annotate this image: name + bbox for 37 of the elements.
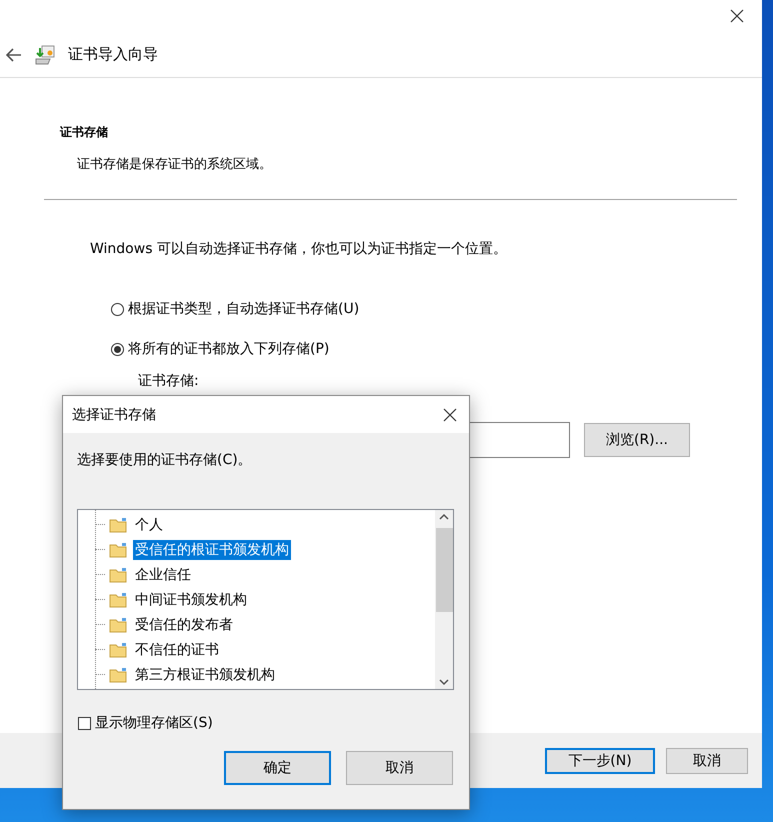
checkbox-label: 显示物理存储区(S) [95, 714, 213, 732]
intro-text: Windows 可以自动选择证书存储，你也可以为证书指定一个位置。 [90, 240, 508, 258]
tree-item[interactable]: 受信任的发布者 [133, 614, 235, 634]
dialog-prompt: 选择要使用的证书存储(C)。 [77, 451, 253, 469]
folder-icon [109, 516, 127, 532]
footer-button[interactable]: 取消 [666, 748, 748, 774]
folder-icon [109, 566, 127, 582]
wizard-title: 证书导入向导 [68, 45, 158, 64]
scrollbar[interactable] [435, 510, 453, 689]
folder-icon [109, 592, 127, 608]
footer-button[interactable]: 下一步(N) [545, 748, 655, 774]
radio-button[interactable] [111, 342, 124, 356]
radio-label: 将所有的证书都放入下列存储(P) [128, 340, 330, 358]
checkbox[interactable] [78, 716, 91, 730]
certificate-wizard-icon [34, 44, 56, 64]
tree-item[interactable]: 企业信任 [133, 564, 193, 584]
tree-item[interactable]: 个人 [133, 514, 165, 534]
tree-item[interactable]: 受信任的根证书颁发机构 [133, 540, 291, 560]
tree-item[interactable]: 中间证书颁发机构 [133, 590, 249, 610]
close-icon[interactable] [730, 9, 744, 23]
browse-button[interactable]: 浏览(R)... [584, 423, 690, 457]
tree-item[interactable]: 不信任的证书 [133, 640, 221, 660]
radio-button[interactable] [111, 302, 124, 316]
dialog-title: 选择证书存储 [72, 406, 156, 424]
dialog-button[interactable]: 确定 [224, 751, 331, 785]
radio-label: 根据证书类型，自动选择证书存储(U) [128, 300, 360, 318]
dialog-button[interactable]: 取消 [346, 751, 453, 785]
folder-icon [109, 642, 127, 658]
folder-icon [109, 542, 127, 558]
folder-icon [109, 666, 127, 682]
section-subtitle: 证书存储是保存证书的系统区域。 [77, 156, 273, 173]
back-arrow-icon[interactable] [6, 48, 22, 62]
tree-item[interactable]: 第三方根证书颁发机构 [133, 664, 277, 684]
section-title: 证书存储 [60, 124, 109, 141]
folder-icon [109, 616, 127, 632]
field-label: 证书存储: [138, 372, 200, 390]
close-icon[interactable] [443, 408, 457, 422]
